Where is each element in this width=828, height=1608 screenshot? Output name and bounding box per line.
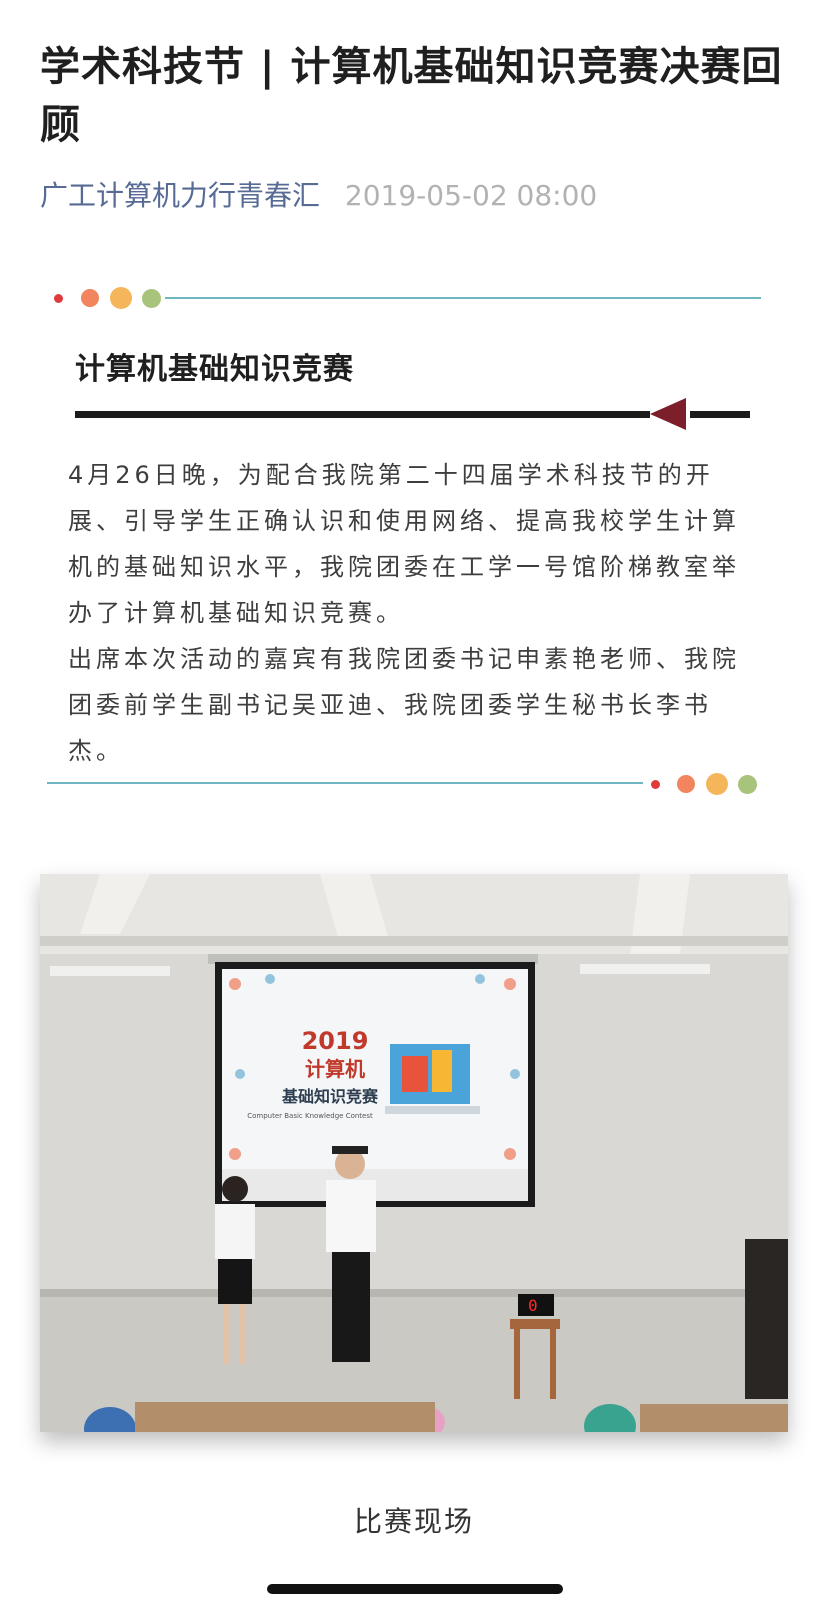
slide-subtitle: Computer Basic Knowledge Contest bbox=[247, 1112, 373, 1120]
timer-display: 0 bbox=[528, 1296, 538, 1315]
yellow-dot-icon bbox=[706, 773, 728, 795]
small-red-dot-icon bbox=[651, 780, 660, 789]
article-meta: 广工计算机力行青春汇 2019-05-02 08:00 bbox=[40, 176, 597, 216]
account-name-link[interactable]: 广工计算机力行青春汇 bbox=[40, 179, 320, 212]
orange-dot-icon bbox=[677, 775, 695, 793]
home-indicator[interactable] bbox=[267, 1584, 563, 1594]
divider-line bbox=[165, 297, 761, 299]
article-title: 学术科技节 | 计算机基础知识竞赛决赛回顾 bbox=[40, 44, 783, 148]
event-photo[interactable]: 2019 计算机 基础知识竞赛 Computer Basic Knowledge… bbox=[40, 874, 788, 1432]
heading-underline bbox=[75, 411, 650, 418]
section-paragraph: 4月26日晚，为配合我院第二十四届学术科技节的开展、引导学生正确认识和使用网络、… bbox=[68, 461, 740, 765]
orange-dot-icon bbox=[81, 289, 99, 307]
arrow-left-icon bbox=[650, 398, 686, 430]
small-red-dot-icon bbox=[54, 294, 63, 303]
divider-line bbox=[47, 782, 643, 784]
publish-time: 2019-05-02 08:00 bbox=[344, 179, 598, 212]
yellow-dot-icon bbox=[110, 287, 132, 309]
slide-title-line2: 基础知识竞赛 bbox=[281, 1087, 379, 1106]
section-heading: 计算机基础知识竞赛 bbox=[75, 352, 354, 387]
photo-caption: 比赛现场 bbox=[353, 1505, 474, 1538]
event-photo-illustration: 2019 计算机 基础知识竞赛 Computer Basic Knowledge… bbox=[40, 874, 788, 1432]
slide-year: 2019 bbox=[302, 1027, 369, 1055]
green-dot-icon bbox=[142, 289, 161, 308]
green-dot-icon bbox=[738, 775, 757, 794]
heading-underline-end bbox=[690, 411, 750, 418]
slide-title-line1: 计算机 bbox=[305, 1057, 365, 1081]
